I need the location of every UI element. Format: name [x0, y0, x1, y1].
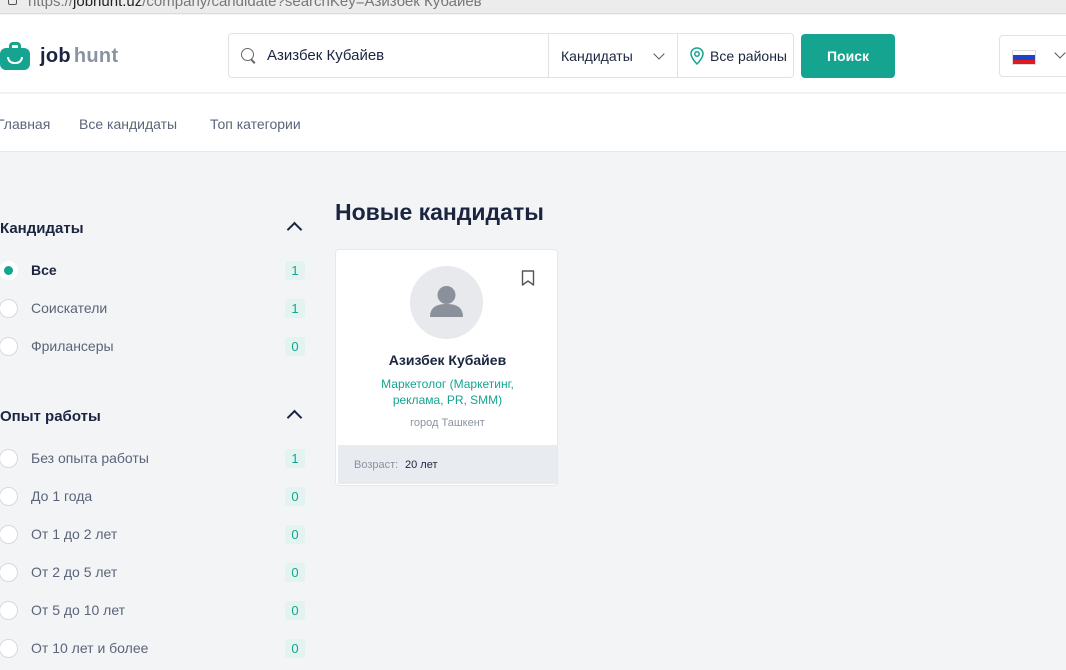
search-button[interactable]: Поиск	[801, 34, 895, 78]
filter-count-badge: 1	[285, 448, 305, 468]
category-select-label: Кандидаты	[561, 47, 633, 64]
radio-icon[interactable]	[0, 524, 18, 544]
candidate-card-footer: Возраст: 20 лет	[338, 445, 557, 484]
filter-count-badge: 0	[285, 336, 305, 356]
filter-option-2-to-5-years[interactable]: От 2 до 5 лет 0	[0, 561, 305, 583]
collapse-experience-icon[interactable]	[286, 409, 303, 426]
filter-option-no-experience[interactable]: Без опыта работы 1	[0, 447, 305, 469]
filter-option-label: Соискатели	[31, 300, 108, 316]
avatar	[410, 266, 483, 339]
filter-option-1-to-2-years[interactable]: От 1 до 2 лет 0	[0, 523, 305, 545]
filter-option-10-plus-years[interactable]: От 10 лет и более 0	[0, 637, 305, 659]
radio-checked-icon[interactable]	[0, 260, 18, 280]
radio-icon[interactable]	[0, 638, 18, 658]
filter-option-label: От 10 лет и более	[31, 640, 149, 656]
filter-count-badge: 0	[285, 562, 305, 582]
chevron-down-icon	[653, 47, 665, 60]
candidate-card[interactable]: Азизбек Кубайев Маркетолог (Маркетинг, р…	[335, 249, 558, 486]
browser-url-bar[interactable]: https://jobhunt.uz/company/candidate?sea…	[0, 0, 1066, 14]
filter-title-experience: Опыт работы	[0, 408, 101, 425]
radio-icon[interactable]	[0, 486, 18, 506]
nav-item-top-categories[interactable]: Топ категории	[210, 116, 301, 132]
radio-icon[interactable]	[0, 600, 18, 620]
nav-item-all-candidates[interactable]: Все кандидаты	[79, 116, 177, 132]
filter-option-label: До 1 года	[31, 488, 93, 504]
collapse-candidates-icon[interactable]	[286, 221, 303, 238]
filter-count-badge: 1	[285, 260, 305, 280]
radio-icon[interactable]	[0, 562, 18, 582]
radio-icon[interactable]	[0, 448, 18, 468]
filter-option-jobseekers[interactable]: Соискатели 1	[0, 297, 305, 319]
search-bar: Кандидаты Все районы	[228, 33, 794, 78]
filter-option-label: Фрилансеры	[31, 338, 114, 354]
filter-count-badge: 1	[285, 298, 305, 318]
filter-count-badge: 0	[285, 486, 305, 506]
filter-option-up-to-1-year[interactable]: До 1 года 0	[0, 485, 305, 507]
search-icon	[241, 47, 257, 64]
filter-title-candidates: Кандидаты	[0, 220, 84, 237]
url-text[interactable]: https://jobhunt.uz/company/candidate?sea…	[28, 0, 482, 10]
filter-option-label: От 2 до 5 лет	[31, 564, 118, 580]
bookmark-icon[interactable]	[521, 270, 535, 286]
candidate-city: город Ташкент	[410, 417, 485, 429]
site-header: job hunt Кандидаты Все районы Поиск	[0, 15, 1066, 93]
radio-icon[interactable]	[0, 336, 18, 356]
filter-option-label: От 1 до 2 лет	[31, 526, 118, 542]
nav-item-home[interactable]: Главная	[0, 116, 50, 132]
logo-text-job: job	[40, 44, 71, 67]
candidate-name[interactable]: Азизбек Кубайев	[336, 352, 559, 368]
lock-icon	[8, 0, 17, 5]
filter-option-label: Без опыта работы	[31, 450, 149, 466]
main-nav: Главная Все кандидаты Топ категории	[0, 94, 1066, 152]
category-select[interactable]: Кандидаты	[549, 34, 678, 77]
filter-option-all[interactable]: Все 1	[0, 259, 305, 281]
user-placeholder-icon	[430, 286, 463, 317]
age-label: Возраст:	[354, 459, 399, 471]
filter-option-5-to-10-years[interactable]: От 5 до 10 лет 0	[0, 599, 305, 621]
filter-option-freelancers[interactable]: Фрилансеры 0	[0, 335, 305, 357]
language-select[interactable]	[999, 35, 1066, 77]
search-input[interactable]	[267, 47, 527, 64]
chevron-down-icon	[1054, 47, 1066, 59]
candidate-profession: Маркетолог (Маркетинг, реклама, PR, SMM)	[381, 377, 514, 407]
search-input-wrap[interactable]	[229, 34, 549, 77]
page-title: Новые кандидаты	[335, 199, 544, 225]
logo-text-hunt: hunt	[73, 44, 119, 67]
filter-count-badge: 0	[285, 638, 305, 658]
filter-count-badge: 0	[285, 524, 305, 544]
filter-option-label: Все	[31, 262, 57, 278]
logo[interactable]: job hunt	[0, 39, 118, 73]
location-pin-icon	[690, 46, 704, 65]
radio-icon[interactable]	[0, 298, 18, 318]
russian-flag-icon	[1012, 50, 1036, 65]
briefcase-icon	[0, 42, 30, 70]
age-value: 20 лет	[405, 459, 438, 471]
region-select[interactable]: Все районы	[678, 34, 793, 77]
filter-count-badge: 0	[285, 600, 305, 620]
region-select-label: Все районы	[710, 47, 787, 64]
filter-option-label: От 5 до 10 лет	[31, 602, 126, 618]
